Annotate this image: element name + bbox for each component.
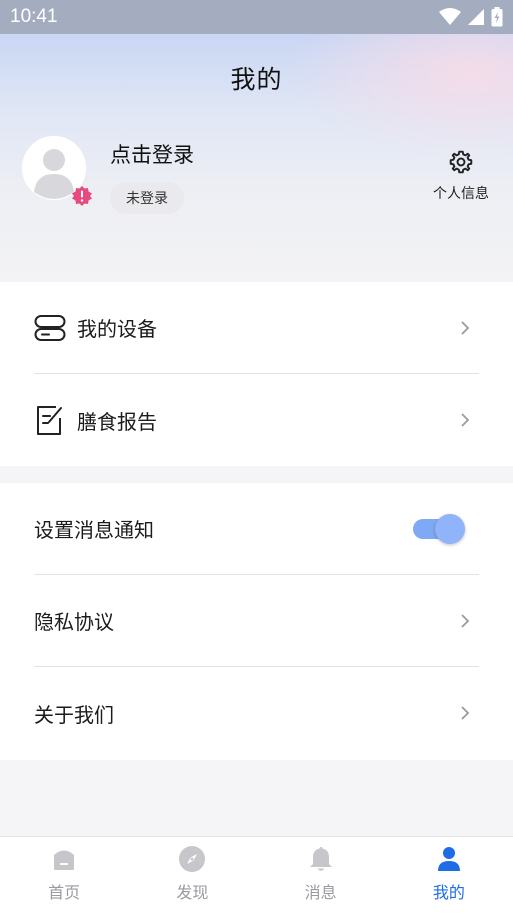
- tab-label: 发现: [176, 883, 209, 902]
- tab-label: 消息: [304, 883, 337, 902]
- tab-label: 首页: [48, 883, 81, 902]
- menu-item-label: 我的设备: [77, 317, 157, 341]
- menu-item-my-device[interactable]: 我的设备: [34, 282, 479, 374]
- chevron-right-icon: [461, 706, 470, 720]
- person-icon: [437, 847, 460, 871]
- system-icons: [439, 7, 503, 27]
- battery-icon: [491, 7, 503, 27]
- toggle-knob: [435, 513, 465, 544]
- notification-toggle[interactable]: [413, 513, 465, 544]
- profile-header: 我的 点击登录 未登录 个人信息: [0, 34, 513, 282]
- menu-item-diet-report[interactable]: 膳食报告: [34, 374, 479, 466]
- profile-settings-button[interactable]: 个人信息: [429, 149, 493, 203]
- menu-item-privacy-policy[interactable]: 隐私协议: [34, 575, 479, 667]
- chevron-right-icon: [461, 413, 470, 427]
- login-status-badge: 未登录: [110, 182, 184, 214]
- warning-badge-icon: [72, 186, 92, 206]
- bell-icon: [309, 847, 332, 871]
- signal-icon: [468, 9, 484, 25]
- menu-item-label: 隐私协议: [34, 610, 114, 634]
- menu-item-about-us[interactable]: 关于我们: [34, 667, 479, 759]
- report-icon: [37, 406, 62, 435]
- menu-item-label: 设置消息通知: [34, 518, 154, 542]
- device-menu-card: 我的设备 膳食报告: [0, 282, 513, 466]
- home-icon: [54, 850, 75, 870]
- bottom-tab-bar: 首页 发现 消息 我的: [0, 836, 513, 913]
- tab-messages[interactable]: 消息: [257, 837, 385, 913]
- gear-icon: [449, 150, 473, 174]
- login-status-label: 未登录: [126, 191, 168, 207]
- status-bar: 10:41: [0, 0, 513, 34]
- chevron-right-icon: [461, 320, 470, 335]
- page-title: 我的: [230, 65, 283, 94]
- compass-icon: [179, 846, 206, 872]
- menu-item-label: 关于我们: [34, 702, 114, 727]
- settings-label: 个人信息: [433, 186, 489, 202]
- login-prompt[interactable]: 点击登录: [110, 139, 194, 169]
- tab-mine[interactable]: 我的: [385, 837, 513, 913]
- status-time: 10:41: [10, 6, 58, 27]
- settings-menu-card: 设置消息通知 隐私协议 关于我们: [0, 483, 513, 760]
- avatar[interactable]: [22, 136, 92, 206]
- tab-home[interactable]: 首页: [0, 837, 128, 913]
- menu-item-notification-settings: 设置消息通知: [34, 483, 479, 575]
- tab-discover[interactable]: 发现: [128, 837, 256, 913]
- chevron-right-icon: [461, 613, 470, 628]
- device-icon: [34, 314, 66, 341]
- wifi-icon: [439, 8, 461, 25]
- menu-item-label: 膳食报告: [77, 409, 157, 434]
- tab-label: 我的: [432, 883, 465, 902]
